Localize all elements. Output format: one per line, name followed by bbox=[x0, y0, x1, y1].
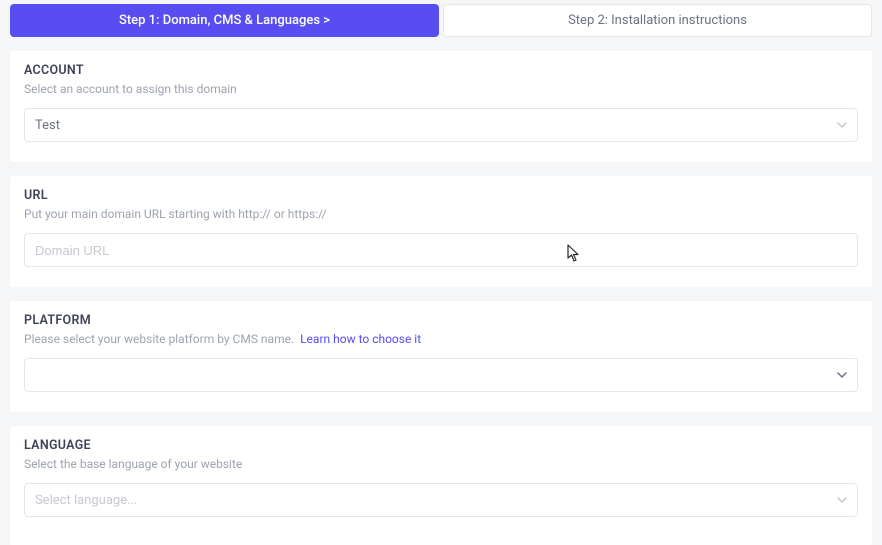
chevron-down-icon bbox=[837, 495, 847, 505]
account-select[interactable]: Test bbox=[24, 108, 858, 142]
platform-panel: PLATFORM Please select your website plat… bbox=[10, 301, 872, 412]
platform-title: PLATFORM bbox=[24, 313, 858, 328]
account-desc: Select an account to assign this domain bbox=[24, 82, 858, 96]
platform-select[interactable] bbox=[24, 358, 858, 392]
language-title: LANGUAGE bbox=[24, 438, 858, 453]
chevron-down-icon bbox=[837, 120, 847, 130]
url-desc: Put your main domain URL starting with h… bbox=[24, 207, 858, 221]
step-2-label: Step 2: Installation instructions bbox=[568, 13, 747, 28]
chevron-down-icon bbox=[837, 370, 847, 380]
language-select-placeholder: Select language... bbox=[35, 493, 137, 508]
account-select-value: Test bbox=[35, 118, 60, 133]
stepper: Step 1: Domain, CMS & Languages > Step 2… bbox=[0, 0, 882, 37]
platform-desc-text: Please select your website platform by C… bbox=[24, 332, 294, 346]
language-select[interactable]: Select language... bbox=[24, 483, 858, 517]
url-title: URL bbox=[24, 188, 858, 203]
language-panel: LANGUAGE Select the base language of you… bbox=[10, 426, 872, 545]
step-1-tab[interactable]: Step 1: Domain, CMS & Languages > bbox=[10, 4, 439, 37]
account-panel: ACCOUNT Select an account to assign this… bbox=[10, 51, 872, 162]
step-2-tab[interactable]: Step 2: Installation instructions bbox=[443, 4, 872, 37]
platform-desc: Please select your website platform by C… bbox=[24, 332, 858, 346]
platform-learn-link[interactable]: Learn how to choose it bbox=[300, 332, 421, 346]
account-title: ACCOUNT bbox=[24, 63, 858, 78]
url-input[interactable] bbox=[24, 233, 858, 267]
url-panel: URL Put your main domain URL starting wi… bbox=[10, 176, 872, 287]
step-1-label: Step 1: Domain, CMS & Languages > bbox=[119, 13, 330, 28]
language-desc: Select the base language of your website bbox=[24, 457, 858, 471]
